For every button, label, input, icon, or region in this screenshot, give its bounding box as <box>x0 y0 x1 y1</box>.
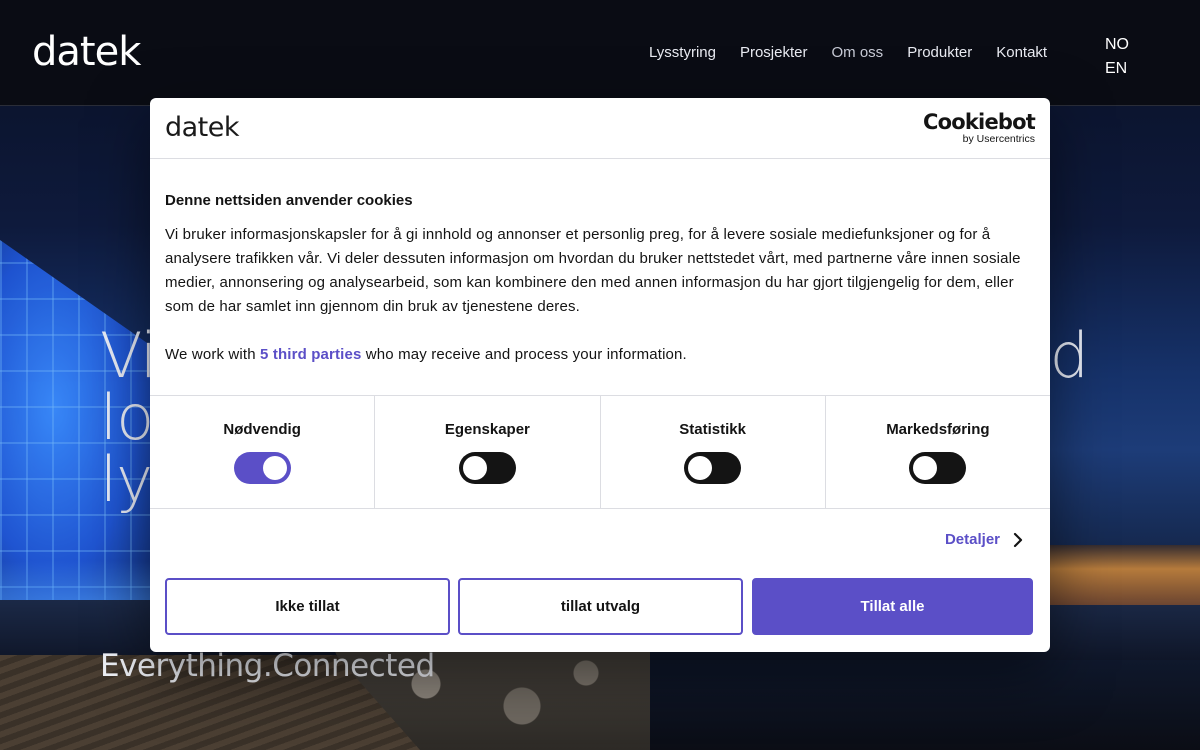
third-parties-link[interactable]: 5 third parties <box>260 346 361 363</box>
main-nav: Lysstyring Prosjekter Om oss Produkter K… <box>649 44 1047 61</box>
hero-harbor-lights <box>1040 545 1200 605</box>
dialog-description: Vi bruker informasjonskapsler for å gi i… <box>165 226 1021 315</box>
nav-link-prosjekter[interactable]: Prosjekter <box>740 44 808 61</box>
dialog-header: datek Cookiebot by Usercentrics <box>150 98 1050 159</box>
site-logo[interactable]: datek <box>32 30 141 74</box>
lang-no[interactable]: NO <box>1105 33 1129 57</box>
language-switcher: NO EN <box>1105 33 1129 81</box>
consent-buttons: Ikke tillat tillat utvalg Tillat alle <box>165 578 1033 635</box>
category-statistics: Statistikk <box>601 396 826 508</box>
category-preferences-label: Egenskaper <box>444 421 530 438</box>
details-link[interactable]: Detaljer <box>945 531 1024 548</box>
toggle-preferences[interactable] <box>458 452 516 484</box>
consent-categories: Nødvendig Egenskaper Statistikk Markedsf… <box>150 395 1050 509</box>
nav-link-produkter[interactable]: Produkter <box>907 44 972 61</box>
hero-title-right: d <box>1049 319 1089 392</box>
chevron-right-icon <box>1013 532 1023 547</box>
cookiebot-logo-text: Cookiebot <box>923 110 1036 134</box>
toggle-knob <box>462 456 487 480</box>
toggle-statistics[interactable] <box>684 452 742 484</box>
top-navbar: datek Lysstyring Prosjekter Om oss Produ… <box>0 0 1200 106</box>
category-marketing-label: Markedsføring <box>886 421 990 438</box>
category-necessary-label: Nødvendig <box>223 421 301 438</box>
deny-button[interactable]: Ikke tillat <box>165 578 450 635</box>
toggle-knob <box>688 456 713 480</box>
nav-link-lysstyring[interactable]: Lysstyring <box>649 44 716 61</box>
third-parties-suffix: who may receive and process your informa… <box>361 346 687 363</box>
cookiebot-logo[interactable]: Cookiebot by Usercentrics <box>923 110 1036 145</box>
cookiebot-logo-sub: by Usercentrics <box>962 133 1035 145</box>
cookie-consent-dialog: datek Cookiebot by Usercentrics Denne ne… <box>150 98 1050 652</box>
allow-all-button[interactable]: Tillat alle <box>752 578 1033 635</box>
category-preferences: Egenskaper <box>375 396 601 508</box>
allow-selection-button[interactable]: tillat utvalg <box>458 578 743 635</box>
toggle-necessary[interactable] <box>233 452 291 484</box>
nav-link-om-oss[interactable]: Om oss <box>832 44 884 61</box>
toggle-knob <box>913 456 938 480</box>
category-marketing: Markedsføring <box>826 396 1050 508</box>
toggle-knob <box>262 456 287 480</box>
third-parties-prefix: We work with <box>165 346 261 363</box>
toggle-marketing[interactable] <box>909 452 967 484</box>
hero-tagline: Everything.Connected <box>100 648 435 684</box>
category-statistics-label: Statistikk <box>679 421 746 438</box>
dialog-brand-logo: datek <box>165 112 240 143</box>
details-label: Detaljer <box>944 531 1000 548</box>
dialog-body: Denne nettsiden anvender cookies Vi bruk… <box>165 192 1037 367</box>
nav-link-kontakt[interactable]: Kontakt <box>996 44 1047 61</box>
category-necessary: Nødvendig <box>150 396 376 508</box>
lang-en[interactable]: EN <box>1105 57 1129 81</box>
third-parties-text: We work with 5 third parties who may rec… <box>165 343 1037 367</box>
dialog-title: Denne nettsiden anvender cookies <box>165 192 413 209</box>
